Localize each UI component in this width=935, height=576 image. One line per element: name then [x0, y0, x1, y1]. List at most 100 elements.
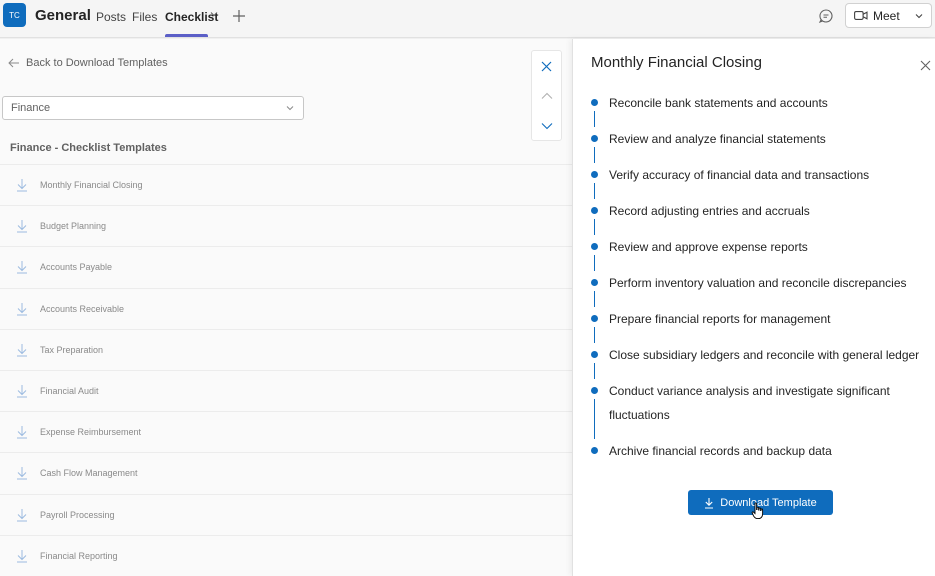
template-name: Accounts Payable [40, 262, 113, 273]
template-name: Tax Preparation [40, 344, 104, 355]
download-icon[interactable] [16, 260, 28, 274]
template-row[interactable]: Cash Flow Management [0, 452, 572, 493]
download-icon[interactable] [16, 549, 28, 563]
active-tab-indicator [165, 34, 208, 37]
add-tab-icon[interactable] [232, 3, 246, 28]
step-connector [594, 327, 595, 343]
template-browser: Back to Download Templates Finance Finan… [0, 39, 572, 576]
template-name: Financial Reporting [40, 550, 118, 561]
mouse-pointer-icon [751, 502, 764, 520]
chevron-down-icon [541, 123, 552, 130]
step-text: Close subsidiary ledgers and reconcile w… [609, 348, 920, 362]
tab-posts[interactable]: Posts [96, 10, 126, 24]
download-icon [705, 497, 714, 509]
template-row[interactable]: Monthly Financial Closing [0, 164, 572, 205]
template-row[interactable]: Expense Reimbursement [0, 411, 572, 452]
step-bullet [591, 171, 598, 178]
checklist-step: Reconcile bank statements and accounts [573, 91, 935, 127]
template-row[interactable]: Accounts Receivable [0, 287, 572, 329]
step-bullet [591, 135, 598, 142]
step-text: Review and analyze financial statements [609, 132, 826, 146]
checklist-step: Review and approve expense reports [573, 235, 935, 271]
download-icon[interactable] [16, 384, 28, 398]
download-icon[interactable] [16, 178, 28, 192]
previous-item-button[interactable] [532, 81, 561, 111]
template-row[interactable]: Budget Planning [0, 205, 572, 246]
download-icon[interactable] [16, 425, 28, 439]
download-template-label: Download Template [720, 496, 817, 509]
chevron-down-icon [286, 106, 294, 111]
step-bullet [591, 207, 598, 214]
step-connector [594, 147, 595, 163]
tab-options-chevron-icon[interactable] [210, 10, 218, 20]
step-text: Perform inventory valuation and reconcil… [609, 276, 907, 290]
step-connector [594, 219, 595, 235]
meet-button[interactable]: Meet [845, 3, 908, 28]
next-item-button[interactable] [532, 111, 561, 141]
checklist-step: Record adjusting entries and accruals [573, 199, 935, 235]
download-icon[interactable] [16, 302, 28, 316]
template-row[interactable]: Financial Reporting [0, 534, 572, 576]
checklist-step: Close subsidiary ledgers and reconcile w… [573, 343, 935, 379]
step-bullet [591, 279, 598, 286]
back-to-templates-link[interactable]: Back to Download Templates [8, 57, 168, 69]
template-row[interactable]: Accounts Payable [0, 246, 572, 287]
step-bullet [591, 351, 598, 358]
step-bullet [591, 447, 598, 454]
download-icon[interactable] [16, 508, 28, 522]
checklist-step: Archive financial records and backup dat… [573, 439, 935, 463]
chevron-up-icon [541, 92, 552, 99]
tab-files[interactable]: Files [132, 10, 157, 24]
checklist-step: Review and analyze financial statements [573, 127, 935, 163]
step-text: Conduct variance analysis and investigat… [609, 384, 890, 422]
download-icon[interactable] [16, 343, 28, 357]
back-label: Back to Download Templates [26, 57, 168, 69]
step-connector [594, 291, 595, 307]
panel-navigation [531, 50, 562, 141]
download-icon[interactable] [16, 466, 28, 480]
step-text: Record adjusting entries and accruals [609, 204, 810, 218]
step-connector [594, 183, 595, 199]
template-row[interactable]: Tax Preparation [0, 328, 572, 370]
meet-label: Meet [873, 8, 900, 23]
template-row[interactable]: Financial Audit [0, 369, 572, 411]
download-icon[interactable] [16, 219, 28, 233]
checklist-step: Prepare financial reports for management [573, 307, 935, 343]
step-bullet [591, 243, 598, 250]
template-name: Expense Reimbursement [40, 427, 142, 438]
step-text: Review and approve expense reports [609, 240, 808, 254]
step-connector [594, 111, 595, 127]
checklist-step: Conduct variance analysis and investigat… [573, 379, 893, 439]
top-bar: TC General Posts Files Checklist Meet [0, 0, 935, 38]
step-text: Prepare financial reports for management [609, 312, 831, 326]
template-list: Monthly Financial Closing Budget Planning… [0, 164, 572, 576]
step-text: Reconcile bank statements and accounts [609, 96, 828, 110]
step-text: Archive financial records and backup dat… [609, 444, 832, 458]
meet-options-button[interactable] [907, 3, 932, 28]
checklist-step: Verify accuracy of financial data and tr… [573, 163, 935, 199]
team-avatar[interactable]: TC [3, 3, 26, 27]
checklist-step: Perform inventory valuation and reconcil… [573, 271, 935, 307]
template-name: Budget Planning [40, 221, 107, 232]
template-name: Cash Flow Management [40, 468, 138, 479]
chat-icon[interactable] [818, 8, 834, 24]
step-connector [594, 363, 595, 379]
close-icon [541, 61, 552, 71]
template-name: Monthly Financial Closing [40, 180, 143, 191]
close-panel-button[interactable] [532, 51, 561, 81]
step-bullet [591, 99, 598, 106]
template-name: Payroll Processing [40, 509, 115, 520]
video-camera-icon [854, 11, 868, 20]
step-connector [594, 255, 595, 271]
checklist-steps: Reconcile bank statements and accounts Re… [573, 91, 935, 463]
template-row[interactable]: Payroll Processing [0, 493, 572, 535]
template-name: Accounts Receivable [40, 303, 125, 314]
team-name: General [35, 7, 91, 24]
chevron-down-icon [915, 13, 923, 18]
close-icon[interactable] [920, 58, 931, 71]
step-connector [594, 399, 595, 439]
step-bullet [591, 315, 598, 322]
category-select[interactable]: Finance [2, 96, 304, 120]
panel-title: Monthly Financial Closing [591, 54, 762, 71]
arrow-left-icon [8, 58, 19, 68]
